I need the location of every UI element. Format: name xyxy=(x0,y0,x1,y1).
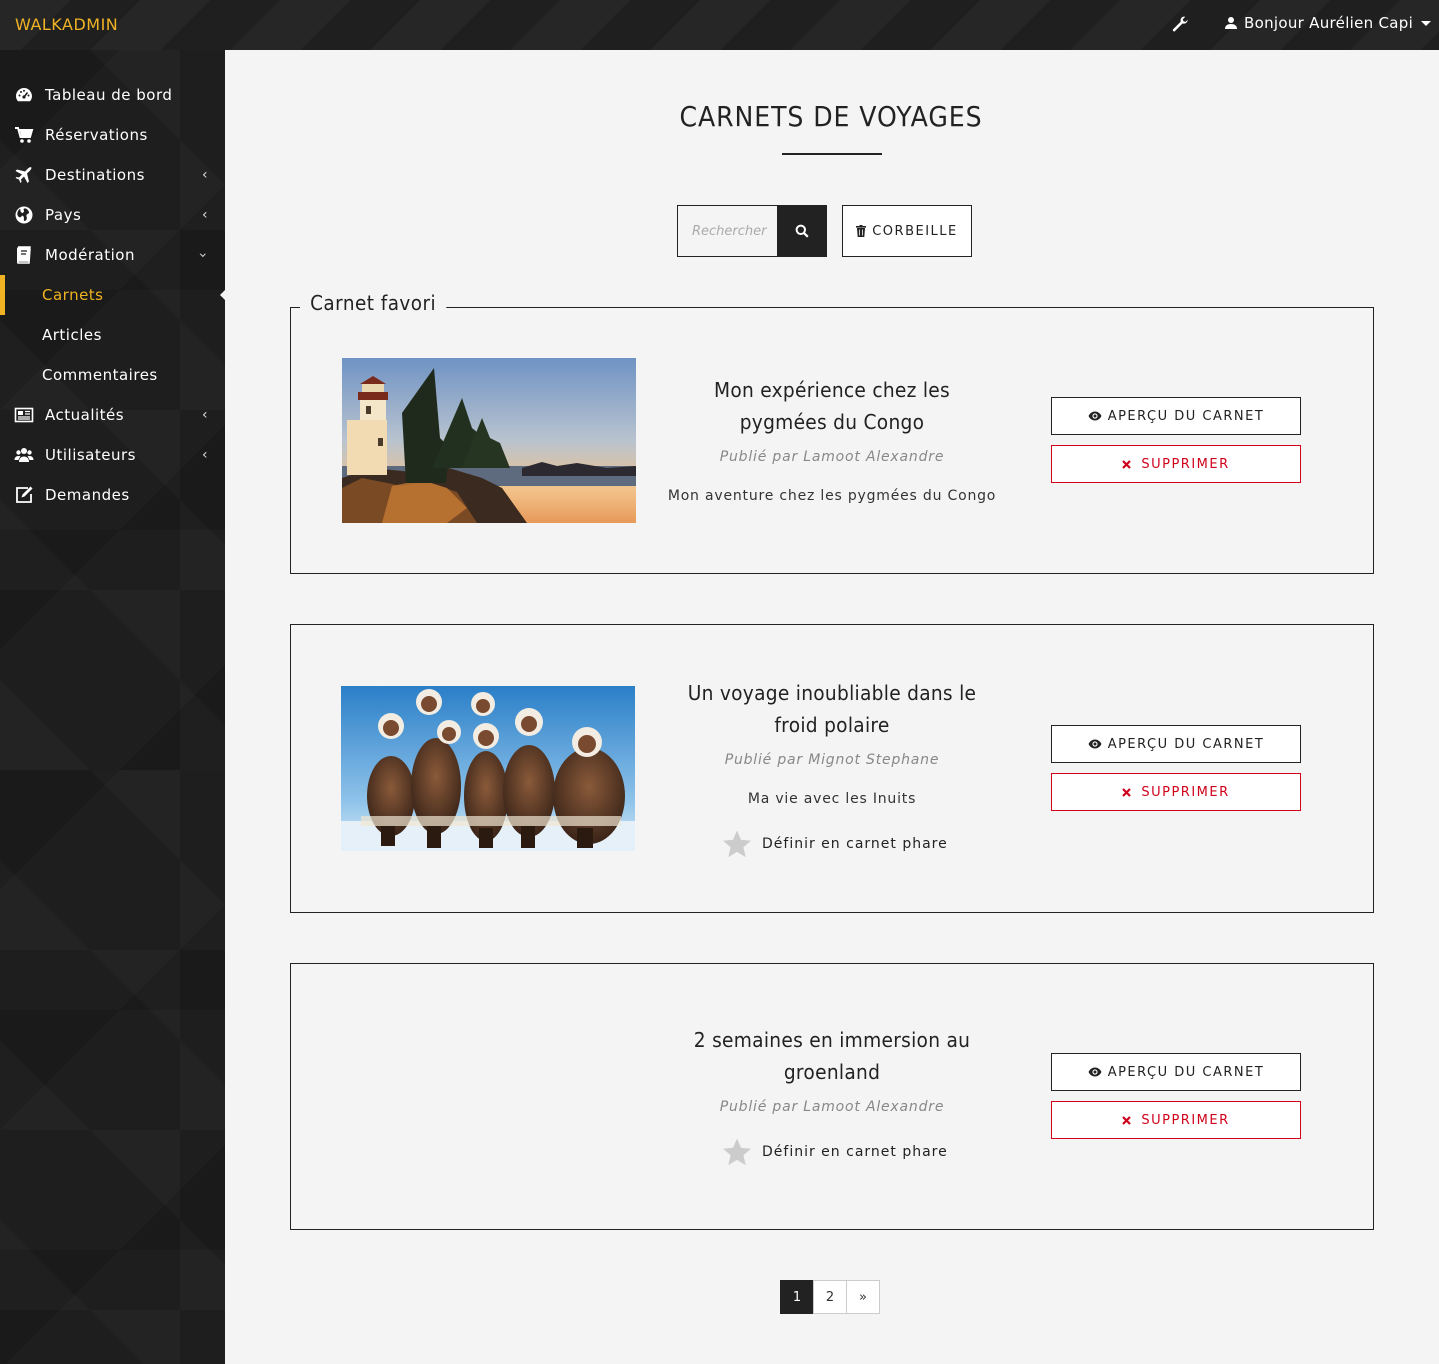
book-icon xyxy=(13,244,35,266)
preview-button[interactable]: APERÇU DU CARNET xyxy=(1051,397,1301,435)
set-featured-label: Définir en carnet phare xyxy=(762,1144,948,1160)
eye-icon xyxy=(1088,739,1102,749)
sidebar-subitem-commentaires[interactable]: Commentaires xyxy=(0,355,225,395)
carnet-card xyxy=(290,963,1374,1230)
sidebar-item-actualites[interactable]: Actualités ‹ xyxy=(0,395,225,435)
wrench-icon[interactable] xyxy=(1170,14,1190,34)
close-icon xyxy=(1122,1115,1132,1125)
page-1-button[interactable]: 1 xyxy=(780,1280,814,1314)
trash-label: CORBEILLE xyxy=(872,223,958,239)
sidebar-item-demandes[interactable]: Demandes xyxy=(0,475,225,515)
delete-button[interactable]: SUPPRIMER xyxy=(1051,445,1301,483)
cart-icon xyxy=(13,124,35,146)
delete-button[interactable]: SUPPRIMER xyxy=(1051,1101,1301,1139)
user-menu[interactable]: Bonjour Aurélien Capi xyxy=(1224,14,1432,32)
caret-down-icon xyxy=(1421,20,1432,26)
sidebar-item-label: Modération xyxy=(45,246,135,264)
newspaper-icon xyxy=(13,404,35,426)
trash-icon xyxy=(856,225,867,237)
card-description: Mon aventure chez les pygmées du Congo xyxy=(667,488,997,504)
sidebar-item-label: Tableau de bord xyxy=(45,86,173,104)
sidebar-item-label: Réservations xyxy=(45,126,148,144)
sidebar-item-label: Destinations xyxy=(45,166,145,184)
card-author: Publié par Lamoot Alexandre xyxy=(719,1099,945,1115)
pagination: 1 2 » xyxy=(780,1280,880,1314)
card-thumbnail-lighthouse[interactable] xyxy=(342,358,636,523)
card-author: Publié par Mignot Stephane xyxy=(724,752,940,768)
sidebar-item-reservations[interactable]: Réservations xyxy=(0,115,225,155)
sidebar-item-moderation[interactable]: Modération ‹ xyxy=(0,235,225,275)
chevron-left-icon: ‹ xyxy=(202,447,209,463)
sidebar-subitem-carnets[interactable]: Carnets xyxy=(0,275,230,315)
star-icon xyxy=(723,1138,751,1166)
chevron-down-icon: ‹ xyxy=(195,251,212,259)
favorite-legend: Carnet favori xyxy=(300,291,447,315)
chevron-left-icon: ‹ xyxy=(202,407,209,423)
sidebar-item-label: Utilisateurs xyxy=(45,446,136,464)
eye-icon xyxy=(1088,1067,1102,1077)
set-featured-link[interactable]: Définir en carnet phare xyxy=(722,1137,948,1167)
brand-logo[interactable]: WALKADMIN xyxy=(15,15,118,34)
sidebar-item-pays[interactable]: Pays ‹ xyxy=(0,195,225,235)
set-featured-label: Définir en carnet phare xyxy=(762,836,948,852)
users-icon xyxy=(13,444,35,466)
delete-button[interactable]: SUPPRIMER xyxy=(1051,773,1301,811)
search-field[interactable] xyxy=(677,205,778,257)
page-title: CARNETS DE VOYAGES xyxy=(679,100,983,133)
star-icon xyxy=(723,830,751,858)
close-icon xyxy=(1122,459,1132,469)
delete-label: SUPPRIMER xyxy=(1141,1112,1230,1128)
close-icon xyxy=(1122,787,1132,797)
card-description: Ma vie avec les Inuits xyxy=(747,791,917,807)
chevron-left-icon: ‹ xyxy=(202,167,209,183)
search-button[interactable] xyxy=(777,205,827,257)
sidebar-subitem-label: Carnets xyxy=(42,286,104,304)
sidebar-subitem-articles[interactable]: Articles xyxy=(0,315,225,355)
preview-label: APERÇU DU CARNET xyxy=(1107,736,1265,752)
page-2-button[interactable]: 2 xyxy=(813,1280,847,1314)
dashboard-icon xyxy=(13,84,35,106)
card-title[interactable]: Un voyage inoubliable dans le froid pola… xyxy=(672,677,992,741)
user-greeting: Bonjour Aurélien Capi xyxy=(1244,14,1414,32)
next-page-button[interactable]: » xyxy=(846,1280,880,1314)
preview-label: APERÇU DU CARNET xyxy=(1107,1064,1265,1080)
search-input[interactable] xyxy=(678,206,777,256)
user-icon xyxy=(1225,17,1237,29)
chevron-left-icon: ‹ xyxy=(202,207,209,223)
preview-label: APERÇU DU CARNET xyxy=(1107,408,1265,424)
preview-button[interactable]: APERÇU DU CARNET xyxy=(1051,1053,1301,1091)
title-divider xyxy=(782,153,882,155)
sidebar-item-destinations[interactable]: Destinations ‹ xyxy=(0,155,225,195)
card-author: Publié par Lamoot Alexandre xyxy=(719,449,945,465)
sidebar-item-label: Pays xyxy=(45,206,82,224)
sidebar: Tableau de bord Réservations Destination… xyxy=(0,50,230,1364)
edit-icon xyxy=(13,484,35,506)
sidebar-item-label: Demandes xyxy=(45,486,130,504)
eye-icon xyxy=(1088,411,1102,421)
delete-label: SUPPRIMER xyxy=(1141,784,1230,800)
preview-button[interactable]: APERÇU DU CARNET xyxy=(1051,725,1301,763)
delete-label: SUPPRIMER xyxy=(1141,456,1230,472)
sidebar-item-utilisateurs[interactable]: Utilisateurs ‹ xyxy=(0,435,225,475)
plane-icon xyxy=(13,164,35,186)
sidebar-item-dashboard[interactable]: Tableau de bord xyxy=(0,75,225,115)
trash-button[interactable]: CORBEILLE xyxy=(842,205,972,257)
globe-icon xyxy=(13,204,35,226)
card-title[interactable]: 2 semaines en immersion au groenland xyxy=(672,1024,992,1088)
sidebar-subitem-label: Articles xyxy=(42,326,102,344)
card-title[interactable]: Mon expérience chez les pygmées du Congo xyxy=(672,374,992,438)
set-featured-link[interactable]: Définir en carnet phare xyxy=(722,829,948,859)
card-thumbnail-inuit[interactable] xyxy=(341,686,635,851)
sidebar-subitem-label: Commentaires xyxy=(42,366,158,384)
active-indicator xyxy=(220,285,230,305)
search-icon xyxy=(795,224,809,238)
sidebar-item-label: Actualités xyxy=(45,406,125,424)
top-navbar: WALKADMIN Bonjour Aurélien Capi xyxy=(0,0,1439,50)
